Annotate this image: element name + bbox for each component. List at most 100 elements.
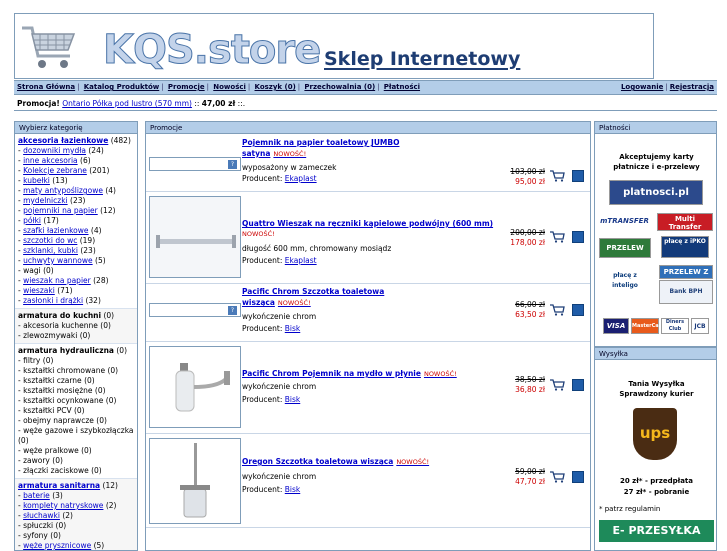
product-details-icon[interactable] — [572, 471, 584, 483]
product-thumbnail[interactable] — [149, 346, 241, 428]
product-thumbnail[interactable]: ? — [149, 303, 241, 317]
nav-login[interactable]: Logowanie — [621, 83, 663, 91]
producer-link[interactable]: Bisk — [285, 395, 300, 404]
subcategory-item: - węże gazowe i szybkozłączka (0) — [18, 426, 134, 445]
subcategory-count: (5) — [93, 541, 105, 550]
product-name-link[interactable]: Pojemnik na papier toaletowy JUMBO satyn… — [242, 137, 402, 160]
subcategory-item[interactable]: - szczotki do wc (19) — [18, 236, 134, 246]
subcategory-item[interactable]: - zasłonki i drążki (32) — [18, 296, 134, 306]
subcategory-name[interactable]: kubełki — [23, 176, 50, 185]
subcategory-count: (0) — [91, 466, 102, 475]
nav-storage[interactable]: Przechowalnia (0) — [304, 83, 375, 91]
brand-name[interactable]: KQS.store — [102, 28, 321, 73]
product-details-icon[interactable] — [572, 170, 584, 182]
add-to-cart-icon[interactable] — [549, 471, 565, 483]
subcategory-name[interactable]: pojemniki na papier — [23, 206, 98, 215]
subcategory-name: wagi — [23, 266, 41, 275]
subcategory-item[interactable]: - Kolekcje zebrane (201) — [18, 166, 134, 176]
producer-link[interactable]: Ekaplast — [285, 256, 317, 265]
subcategory-name[interactable]: półki — [23, 216, 41, 225]
product-row: Quattro Wieszak na ręczniki kąpielowe po… — [146, 192, 590, 284]
promo-link[interactable]: Ontario Półka pod lustro (570 mm) — [62, 99, 192, 108]
product-details-icon[interactable] — [572, 304, 584, 316]
subcategory-name[interactable]: uchwyty wannowe — [23, 256, 93, 265]
subcategory-name[interactable]: wieszak na papier — [23, 276, 91, 285]
subcategory-count: (5) — [95, 256, 106, 265]
subcategory-name[interactable]: słuchawki — [23, 511, 60, 520]
subcategory-item[interactable]: - maty antypoślizgowe (4) — [18, 186, 134, 196]
product-name-link[interactable]: Quattro Wieszak na ręczniki kąpielowe po… — [242, 218, 502, 229]
nav-new[interactable]: Nowości — [213, 83, 246, 91]
subcategory-item[interactable]: - wieszaki (71) — [18, 286, 134, 296]
przelew-logo[interactable]: PRZELEW — [599, 238, 651, 258]
mastercard-logo: MasterCard — [631, 318, 665, 334]
add-to-cart-icon[interactable] — [549, 304, 565, 316]
subcategory-name[interactable]: maty antypoślizgowe — [23, 186, 103, 195]
subcategory-item[interactable]: - uchwyty wannowe (5) — [18, 256, 134, 266]
subcategory-item[interactable]: - mydelniczki (23) — [18, 196, 134, 206]
ipko-logo[interactable]: płacę z iPKO — [661, 236, 709, 258]
product-thumbnail[interactable] — [149, 438, 241, 524]
product-details-icon[interactable] — [572, 379, 584, 391]
product-thumbnail[interactable] — [149, 196, 241, 278]
product-name-link[interactable]: Oregon Szczotka toaletowa wisząca NOWOŚĆ! — [242, 456, 502, 468]
subcategory-item: - węże pralkowe (0) — [18, 446, 92, 455]
subcategory-name[interactable]: komplety natryskowe — [23, 501, 103, 510]
category-heading[interactable]: armatura do kuchni — [18, 311, 101, 320]
nav-home[interactable]: Strona Główna — [17, 83, 75, 91]
platnosci-logo[interactable]: platnosci.pl — [609, 180, 703, 205]
subcategory-item[interactable]: - pojemniki na papier (12) — [18, 206, 134, 216]
product-name-link[interactable]: Pacific Chrom Szczotka toaletowa wisząca… — [242, 286, 392, 309]
subcategory-item[interactable]: - dozowniki mydła (24) — [18, 146, 134, 156]
subcategory-name[interactable]: węże prysznicowe — [23, 541, 91, 550]
nav-payments[interactable]: Płatności — [384, 83, 420, 91]
subcategory-item[interactable]: - szafki łazienkowe (4) — [18, 226, 134, 236]
subcategory-item[interactable]: - słuchawki (2) — [18, 511, 134, 521]
subcategory-item: - syfony (0) — [18, 531, 61, 540]
nav-cart[interactable]: Koszyk (0) — [255, 83, 296, 91]
bank-bph-logo[interactable]: Bank BPH — [659, 280, 713, 304]
subcategory-item[interactable]: - inne akcesoria (6) — [18, 156, 134, 166]
product-details-icon[interactable] — [572, 231, 584, 243]
subcategory-name[interactable]: zasłonki i drążki — [23, 296, 83, 305]
subcategory-item[interactable]: - komplety natryskowe (2) — [18, 501, 134, 511]
subcategory-name[interactable]: baterie — [23, 491, 50, 500]
nav-register[interactable]: Rejestracja — [670, 83, 714, 91]
subcategory-item[interactable]: - baterie (3) — [18, 491, 134, 501]
product-producer: Producent: Bisk — [242, 324, 301, 333]
subcategory-name[interactable]: szczotki do wc — [23, 236, 77, 245]
producer-link[interactable]: Ekaplast — [285, 174, 317, 183]
producer-link[interactable]: Bisk — [285, 324, 300, 333]
product-thumbnail[interactable]: ? — [149, 157, 241, 171]
subcategory-item[interactable]: - kubełki (13) — [18, 176, 134, 186]
subcategory-item[interactable]: - węże prysznicowe (5) — [18, 541, 134, 550]
add-to-cart-icon[interactable] — [549, 170, 565, 182]
producer-link[interactable]: Bisk — [285, 485, 300, 494]
mtransfer-logo[interactable]: mTRANSFER — [597, 214, 652, 228]
subcategory-item[interactable]: - wieszak na papier (28) — [18, 276, 134, 286]
product-name-link[interactable]: Pacific Chrom Pojemnik na mydło w płynie… — [242, 368, 502, 380]
subcategory-count: (0) — [84, 376, 95, 385]
eprzesylka-logo[interactable]: E- PRZESYŁKA — [599, 520, 714, 542]
subcategory-count: (0) — [55, 521, 67, 530]
add-to-cart-icon[interactable] — [549, 379, 565, 391]
category-heading[interactable]: armatura sanitarna — [18, 481, 100, 490]
inteligo-logo[interactable]: płacę z inteligo — [601, 263, 649, 299]
add-to-cart-icon[interactable] — [549, 231, 565, 243]
nav-catalog[interactable]: Katalog Produktów — [84, 83, 160, 91]
subcategory-name[interactable]: dozowniki mydła — [23, 146, 86, 155]
category-heading[interactable]: akcesoria łazienkowe — [18, 136, 108, 145]
shipping-headline: Tania Wysyłka — [628, 380, 685, 388]
subcategory-name[interactable]: szklanki, kubki — [23, 246, 78, 255]
subcategory-name[interactable]: mydelniczki — [23, 196, 68, 205]
przelew-z-logo[interactable]: PRZELEW Z — [659, 265, 713, 279]
subcategory-name[interactable]: Kolekcje zebrane — [23, 166, 87, 175]
subcategory-item[interactable]: - szklanki, kubki (23) — [18, 246, 134, 256]
subcategory-name[interactable]: inne akcesoria — [23, 156, 78, 165]
multitransfer-logo[interactable]: Multi Transfer — [657, 213, 713, 231]
subcategory-name[interactable]: wieszaki — [23, 286, 55, 295]
subcategory-name[interactable]: szafki łazienkowe — [23, 226, 88, 235]
subcategory-item[interactable]: - półki (17) — [18, 216, 134, 226]
nav-promotions[interactable]: Promocje — [168, 83, 205, 91]
category-heading[interactable]: armatura hydrauliczna — [18, 346, 114, 355]
